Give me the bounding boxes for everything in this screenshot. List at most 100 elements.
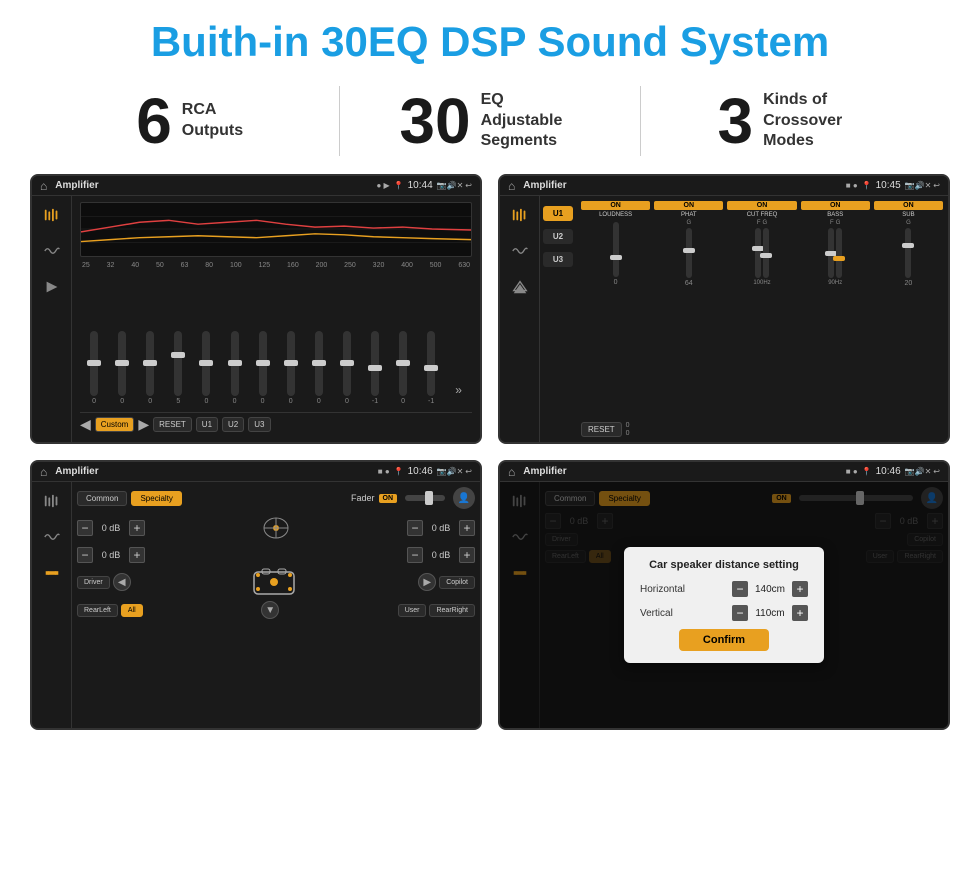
dialog-confirm-button[interactable]: Confirm <box>679 629 769 651</box>
eq-slider-2: 0 <box>146 331 154 405</box>
fader-copilot-btn[interactable]: Copilot <box>439 576 475 589</box>
dot-icon-eq: ● ▶ <box>376 181 389 190</box>
eq-u2-btn[interactable]: U2 <box>222 417 244 432</box>
back-icon-fader[interactable]: ↩ <box>465 467 472 476</box>
db-minus-rr[interactable]: − <box>407 547 423 563</box>
db-plus-rr[interactable]: + <box>459 547 475 563</box>
close-icon-crossover[interactable]: ✕ <box>925 181 932 190</box>
close-icon-eq[interactable]: ✕ <box>457 181 464 190</box>
db-value-fr: 0 dB <box>427 523 455 533</box>
stat-label-crossover: Kinds ofCrossover Modes <box>763 90 863 152</box>
eq-reset-btn[interactable]: RESET <box>153 417 192 432</box>
home-icon-fader[interactable]: ⌂ <box>40 465 47 479</box>
dialog-horizontal-plus[interactable]: + <box>792 581 808 597</box>
fader-db-bottom-row: − 0 dB + − 0 dB + <box>77 547 475 563</box>
eq-slider-9: 0 <box>343 331 351 405</box>
dialog-vertical-minus[interactable]: − <box>732 605 748 621</box>
eq-slider-3: 5 <box>174 331 182 405</box>
time-fader: 10:46 <box>408 466 433 477</box>
eq-slider-12: -1 <box>427 331 435 405</box>
sidebar-cross-icon1[interactable] <box>506 204 534 226</box>
crossover-main-area: U1 U2 U3 ON LOUDNESS <box>540 196 948 442</box>
db-plus-rl[interactable]: + <box>129 547 145 563</box>
fader-rearleft-btn[interactable]: RearLeft <box>77 604 118 617</box>
dialog-horizontal-value: 140cm <box>752 584 788 595</box>
sidebar-cross-icon2[interactable] <box>506 240 534 262</box>
db-plus-fr[interactable]: + <box>459 520 475 536</box>
eq-next-icon[interactable]: ▶ <box>138 416 149 433</box>
dialog-horizontal-label: Horizontal <box>640 584 685 595</box>
fader-user-btn[interactable]: User <box>398 604 427 617</box>
vol-icon-fader: 🔊 <box>447 467 457 476</box>
channel-loudness: ON LOUDNESS 0 <box>581 201 650 417</box>
db-minus-fr[interactable]: − <box>407 520 423 536</box>
close-icon-fader[interactable]: ✕ <box>457 467 464 476</box>
fader-left-arrow[interactable]: ◀ <box>113 573 131 591</box>
crossover-reset-btn[interactable]: RESET <box>581 422 622 437</box>
db-minus-fl[interactable]: − <box>77 520 93 536</box>
dialog-overlay: Car speaker distance setting Horizontal … <box>500 482 948 728</box>
fader-down-arrow[interactable]: ▼ <box>261 601 279 619</box>
preset-u3[interactable]: U3 <box>543 252 573 267</box>
time-crossover: 10:45 <box>876 180 901 191</box>
eq-freq-labels: 253240506380100125160200250320400500630 <box>80 262 472 269</box>
preset-u2[interactable]: U2 <box>543 229 573 244</box>
eq-bottom-bar: ◀ Custom ▶ RESET U1 U2 U3 <box>80 412 472 436</box>
screen-title-fader: Amplifier <box>55 466 378 477</box>
sidebar-eq-icon2[interactable] <box>38 240 66 262</box>
home-icon-eq[interactable]: ⌂ <box>40 179 47 193</box>
vol-icon-crossover: 🔊 <box>915 181 925 190</box>
dialog-horizontal-minus[interactable]: − <box>732 581 748 597</box>
sidebar-eq-icon3[interactable] <box>38 276 66 298</box>
dialog-vertical-value: 110cm <box>752 608 788 619</box>
eq-slider-11: 0 <box>399 331 407 405</box>
crossover-presets: U1 U2 U3 <box>540 196 576 442</box>
back-icon-eq[interactable]: ↩ <box>465 181 472 190</box>
back-icon-dialog[interactable]: ↩ <box>933 467 940 476</box>
cam-icon-eq: 📷 <box>437 181 447 190</box>
fader-last-row: RearLeft All ▼ User RearRight <box>77 601 475 619</box>
screen-eq: ⌂ Amplifier ● ▶ 📍 10:44 📷 🔊 ✕ ↩ <box>30 174 482 444</box>
stat-crossover: 3 Kinds ofCrossover Modes <box>661 89 920 153</box>
fader-rearright-btn[interactable]: RearRight <box>429 604 475 617</box>
screen-title-eq: Amplifier <box>55 180 376 191</box>
sidebar-fader-icon2[interactable] <box>38 526 66 548</box>
channel-bass: ON BASS FG 90Hz <box>801 201 870 417</box>
fader-tab-specialty[interactable]: Specialty <box>131 491 181 506</box>
fader-tab-common[interactable]: Common <box>77 491 127 506</box>
db-value-rr: 0 dB <box>427 550 455 560</box>
dialog-vertical-plus[interactable]: + <box>792 605 808 621</box>
home-icon-crossover[interactable]: ⌂ <box>508 179 515 193</box>
eq-slider-8: 0 <box>315 331 323 405</box>
sidebar-eq-icon1[interactable] <box>38 204 66 226</box>
back-icon-crossover[interactable]: ↩ <box>933 181 940 190</box>
home-icon-dialog[interactable]: ⌂ <box>508 465 515 479</box>
eq-prev-icon[interactable]: ◀ <box>80 416 91 433</box>
preset-u1[interactable]: U1 <box>543 206 573 221</box>
sidebar-fader <box>32 482 72 728</box>
profile-icon[interactable]: 👤 <box>453 487 475 509</box>
status-bar-fader: ⌂ Amplifier ■ ● 📍 10:46 📷 🔊 ✕ ↩ <box>32 462 480 482</box>
stat-number-crossover: 3 <box>718 89 754 153</box>
db-value-fl: 0 dB <box>97 523 125 533</box>
location-icon-eq: 📍 <box>394 181 404 190</box>
sidebar-fader-icon1[interactable] <box>38 490 66 512</box>
fader-right-arrow[interactable]: ▶ <box>418 573 436 591</box>
eq-u3-btn[interactable]: U3 <box>248 417 270 432</box>
eq-u1-btn[interactable]: U1 <box>196 417 218 432</box>
db-minus-rl[interactable]: − <box>77 547 93 563</box>
eq-main: 253240506380100125160200250320400500630 … <box>72 196 480 442</box>
sidebar-fader-icon3[interactable] <box>38 562 66 584</box>
fader-all-btn[interactable]: All <box>121 604 143 617</box>
sidebar-cross-icon3[interactable] <box>506 276 534 298</box>
fader-on-badge: ON <box>379 494 398 503</box>
crossover-channels-area: ON LOUDNESS 0 ON PHAT <box>576 196 948 442</box>
fader-driver-btn[interactable]: Driver <box>77 576 110 589</box>
stat-number-rca: 6 <box>136 89 172 153</box>
eq-more-btn[interactable]: » <box>455 383 462 405</box>
close-icon-dialog[interactable]: ✕ <box>925 467 932 476</box>
fader-tabs-row: Common Specialty Fader ON 👤 <box>77 487 475 509</box>
stat-rca: 6 RCAOutputs <box>60 89 319 153</box>
db-plus-fl[interactable]: + <box>129 520 145 536</box>
fader-label: Fader <box>351 493 375 503</box>
